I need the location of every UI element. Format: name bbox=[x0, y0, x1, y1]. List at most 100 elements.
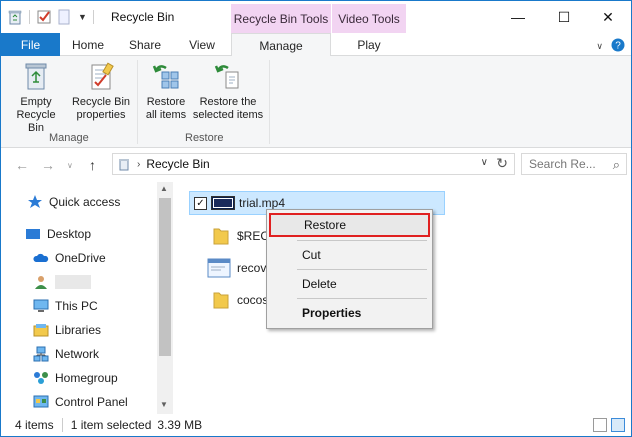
context-menu: Restore Cut Delete Properties bbox=[266, 209, 433, 329]
nav-label: Homegroup bbox=[55, 371, 118, 385]
details-view-icon[interactable] bbox=[593, 418, 607, 432]
file-name: trial.mp4 bbox=[239, 196, 286, 210]
scroll-down-arrow-icon[interactable]: ▼ bbox=[160, 400, 168, 409]
nav-item-network[interactable]: Network bbox=[33, 343, 99, 365]
star-icon bbox=[27, 194, 43, 210]
address-dropdown-icon[interactable]: ∨ bbox=[481, 157, 488, 168]
restore-selected-items-button[interactable]: Restore the selected items bbox=[191, 60, 265, 122]
refresh-icon[interactable]: ↻ bbox=[496, 155, 508, 172]
properties-label-1: Recycle Bin bbox=[71, 96, 131, 108]
restore-all-label-2: all items bbox=[145, 109, 187, 121]
nav-label: Control Panel bbox=[55, 395, 128, 409]
file-name: recov bbox=[237, 261, 267, 275]
desktop-icon bbox=[25, 226, 41, 242]
window-title: Recycle Bin bbox=[111, 10, 175, 24]
scroll-up-arrow-icon[interactable]: ▲ bbox=[160, 184, 168, 193]
nav-label: Desktop bbox=[47, 227, 92, 241]
group-label-manage: Manage bbox=[49, 132, 89, 144]
selection-count: 1 item selected bbox=[70, 418, 152, 432]
nav-label: OneDrive bbox=[55, 251, 106, 265]
properties-check-icon[interactable] bbox=[36, 9, 52, 25]
restore-all-items-button[interactable]: Restore all items bbox=[141, 60, 191, 122]
file-name: cocos bbox=[237, 293, 269, 307]
ribbon-group-separator bbox=[269, 60, 270, 144]
maximize-button[interactable]: ☐ bbox=[541, 1, 587, 33]
svg-text:?: ? bbox=[615, 41, 621, 52]
tab-home[interactable]: Home bbox=[63, 33, 113, 56]
tab-play[interactable]: Play bbox=[332, 33, 406, 56]
search-icon[interactable]: ⌕ bbox=[613, 157, 620, 173]
menu-item-delete[interactable]: Delete bbox=[269, 272, 430, 296]
search-input[interactable]: Search Re... ⌕ bbox=[521, 153, 627, 175]
view-switcher bbox=[593, 418, 625, 432]
ribbon-controls: ∨ ? bbox=[596, 38, 625, 55]
user-name-redacted bbox=[55, 275, 91, 289]
restore-all-icon bbox=[150, 60, 182, 92]
libraries-icon bbox=[33, 322, 49, 338]
breadcrumb-path[interactable]: Recycle Bin bbox=[146, 157, 209, 171]
new-folder-icon[interactable] bbox=[56, 9, 72, 25]
status-bar: 4 items 1 item selected 3.39 MB bbox=[1, 414, 631, 436]
nav-item-this-pc[interactable]: This PC bbox=[33, 295, 98, 317]
tab-manage[interactable]: Manage bbox=[231, 33, 331, 57]
scrollbar-thumb[interactable] bbox=[159, 198, 171, 356]
recycle-bin-icon[interactable] bbox=[7, 9, 23, 25]
tab-view[interactable]: View bbox=[177, 33, 227, 56]
file-name: $REC bbox=[237, 229, 270, 243]
menu-separator bbox=[297, 269, 427, 270]
file-row[interactable]: $REC bbox=[213, 224, 269, 248]
toolbar-separator bbox=[92, 10, 94, 24]
recent-locations-dropdown-icon[interactable]: ∨ bbox=[67, 161, 73, 170]
nav-item-libraries[interactable]: Libraries bbox=[33, 319, 101, 341]
nav-label: This PC bbox=[55, 299, 98, 313]
back-arrow-icon[interactable]: ← bbox=[15, 157, 29, 173]
file-row[interactable]: recov bbox=[207, 256, 266, 280]
nav-pane-scrollbar[interactable]: ▲ ▼ bbox=[157, 182, 173, 414]
cloud-icon bbox=[33, 250, 49, 266]
nav-item-onedrive[interactable]: OneDrive bbox=[33, 247, 106, 269]
nav-item-desktop[interactable]: Desktop bbox=[25, 223, 91, 245]
close-button[interactable]: ✕ bbox=[585, 1, 631, 33]
folder-icon bbox=[213, 290, 229, 310]
nav-item-homegroup[interactable]: Homegroup bbox=[33, 367, 118, 389]
nav-label: Network bbox=[55, 347, 100, 361]
help-icon[interactable]: ? bbox=[611, 38, 625, 55]
ribbon-manage: Empty Recycle Bin Recycle Bin properties… bbox=[1, 56, 631, 148]
video-file-icon bbox=[211, 196, 235, 210]
properties-label-2: properties bbox=[76, 109, 126, 121]
properties-icon bbox=[85, 60, 117, 92]
recycle-bin-properties-button[interactable]: Recycle Bin properties bbox=[69, 60, 133, 122]
video-tools-header: Video Tools bbox=[332, 4, 406, 33]
breadcrumb-chevron-icon[interactable]: › bbox=[137, 159, 140, 170]
forward-arrow-icon[interactable]: → bbox=[41, 157, 55, 173]
menu-item-cut[interactable]: Cut bbox=[269, 243, 430, 267]
recycle-bin-icon bbox=[20, 60, 52, 92]
folder-icon bbox=[213, 226, 229, 246]
recycle-bin-icon bbox=[117, 157, 131, 171]
restore-selected-label-1: Restore the bbox=[199, 96, 257, 108]
tab-share[interactable]: Share bbox=[119, 33, 171, 56]
homegroup-icon bbox=[33, 370, 49, 386]
customize-toolbar-dropdown-icon[interactable]: ▼ bbox=[78, 12, 87, 22]
nav-item-control-panel[interactable]: Control Panel bbox=[33, 391, 128, 413]
address-bar[interactable]: › Recycle Bin ∨ ↻ bbox=[112, 153, 515, 175]
nav-item-quick-access[interactable]: Quick access bbox=[27, 191, 120, 213]
menu-item-restore[interactable]: Restore bbox=[269, 213, 430, 237]
file-row[interactable]: cocos bbox=[213, 288, 268, 312]
user-icon bbox=[33, 274, 49, 290]
control-panel-icon bbox=[33, 394, 49, 410]
tab-file[interactable]: File bbox=[1, 33, 60, 56]
item-checkbox[interactable]: ✓ bbox=[194, 196, 207, 210]
nav-item-user[interactable] bbox=[33, 271, 91, 293]
menu-item-properties[interactable]: Properties bbox=[269, 301, 430, 325]
status-separator bbox=[61, 418, 63, 432]
group-label-restore: Restore bbox=[185, 132, 224, 144]
large-icons-view-icon[interactable] bbox=[611, 418, 625, 432]
search-placeholder: Search Re... bbox=[529, 157, 596, 171]
address-row: ← → ∨ ↑ › Recycle Bin ∨ ↻ Search Re... ⌕ bbox=[1, 148, 631, 182]
expand-ribbon-icon[interactable]: ∨ bbox=[596, 41, 603, 52]
ribbon-tabs: File Home Share View Manage Play ∨ ? bbox=[1, 33, 631, 57]
empty-recycle-bin-button[interactable]: Empty Recycle Bin bbox=[7, 60, 65, 135]
up-arrow-icon[interactable]: ↑ bbox=[89, 157, 96, 173]
minimize-button[interactable]: — bbox=[495, 1, 541, 33]
